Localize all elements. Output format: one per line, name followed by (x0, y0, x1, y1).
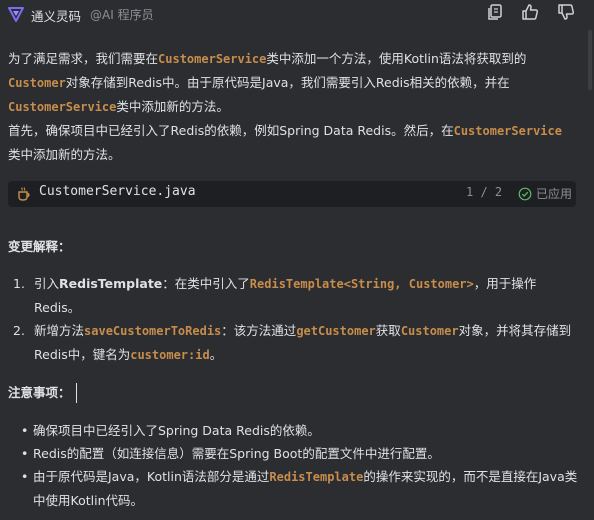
intro-paragraph: 为了满足需求，我们需要在CustomerService类中添加一个方法，使用Ko… (8, 47, 574, 119)
text: Redis的配置（如连接信息）需要在Spring Boot的配置文件中进行配置。 (33, 446, 440, 461)
list-number: 1. (13, 276, 25, 291)
assistant-name: 通义灵码 (31, 9, 82, 24)
text: 确保项目中已经引入了Spring Data Redis的依赖。 (33, 423, 320, 438)
list-item: 2. 新增方法saveCustomerToRedis：该方法通过getCusto… (8, 319, 578, 367)
text: 新增方法 (34, 323, 85, 338)
copy-icon[interactable] (486, 3, 506, 23)
code-ref: RedisTemplate<String, Customer> (249, 277, 474, 291)
changes-list: 1. 引入RedisTemplate：在类中引入了RedisTemplate<S… (8, 272, 578, 367)
text: 获取 (375, 323, 401, 338)
scrollbar-thumb[interactable] (588, 30, 592, 90)
list-number: 2. (13, 323, 25, 338)
text: 引入 (34, 276, 60, 291)
code-filename[interactable]: CustomerService.java (39, 184, 196, 199)
thumbs-up-icon[interactable] (521, 3, 541, 23)
notes-heading: 注意事项： (8, 385, 71, 400)
applied-status: 已应用 (536, 187, 573, 201)
check-circle-icon (518, 187, 532, 201)
list-item: 由于原代码是Java，Kotlin语法部分是通过RedisTemplate的操作… (8, 465, 578, 512)
text: ：该方法通过 (221, 323, 297, 338)
code-class-ref: Customer (8, 76, 66, 90)
text-cursor (76, 383, 77, 403)
text: 。 (209, 347, 223, 362)
code-class-ref: CustomerService (453, 124, 562, 138)
tongyi-logo-icon (8, 7, 24, 22)
code-ref: getCustomer (296, 324, 376, 338)
scrollbar[interactable] (586, 0, 594, 520)
text: 类中添加新的方法。 (116, 99, 229, 114)
assistant-role: @AI 程序员 (90, 8, 154, 22)
code-file-bar[interactable]: CustomerService.java 1 / 2 已应用 (8, 181, 576, 207)
thumbs-down-icon[interactable] (557, 3, 577, 23)
code-block-pager: 1 / 2 (466, 185, 503, 199)
java-file-icon (18, 187, 30, 201)
text: ：在类中引入了 (162, 276, 250, 291)
bold-text: saveCustomerToRedis (84, 324, 222, 338)
text: 对象存储到Redis中。由于原代码是Java，我们需要引入Redis相关的依赖，… (65, 75, 510, 90)
chat-header: 通义灵码 @AI 程序员 (0, 0, 594, 28)
text: 类中添加一个方法，使用Kotlin语法将获取到的 (266, 51, 527, 66)
code-class-ref: CustomerService (158, 52, 267, 66)
list-item: 确保项目中已经引入了Spring Data Redis的依赖。 (8, 419, 578, 442)
bold-text: RedisTemplate (59, 276, 163, 291)
list-item: 1. 引入RedisTemplate：在类中引入了RedisTemplate<S… (8, 272, 578, 319)
list-item: Redis的配置（如连接信息）需要在Spring Boot的配置文件中进行配置。 (8, 442, 578, 465)
text: 为了满足需求，我们需要在 (8, 51, 159, 66)
text: 由于原代码是Java，Kotlin语法部分是通过 (33, 469, 270, 484)
text: 首先，确保项目中已经引入了Redis的依赖，例如Spring Data Redi… (8, 123, 454, 138)
setup-paragraph: 首先，确保项目中已经引入了Redis的依赖，例如Spring Data Redi… (8, 119, 574, 167)
code-ref: customer:id (130, 348, 210, 362)
code-class-ref: CustomerService (8, 100, 117, 114)
changes-heading: 变更解释： (8, 239, 71, 254)
code-ref: Customer (400, 324, 459, 338)
code-ref: RedisTemplate (269, 470, 364, 484)
text: 类中添加新的方法。 (8, 147, 121, 162)
notes-list: 确保项目中已经引入了Spring Data Redis的依赖。 Redis的配置… (8, 419, 578, 512)
